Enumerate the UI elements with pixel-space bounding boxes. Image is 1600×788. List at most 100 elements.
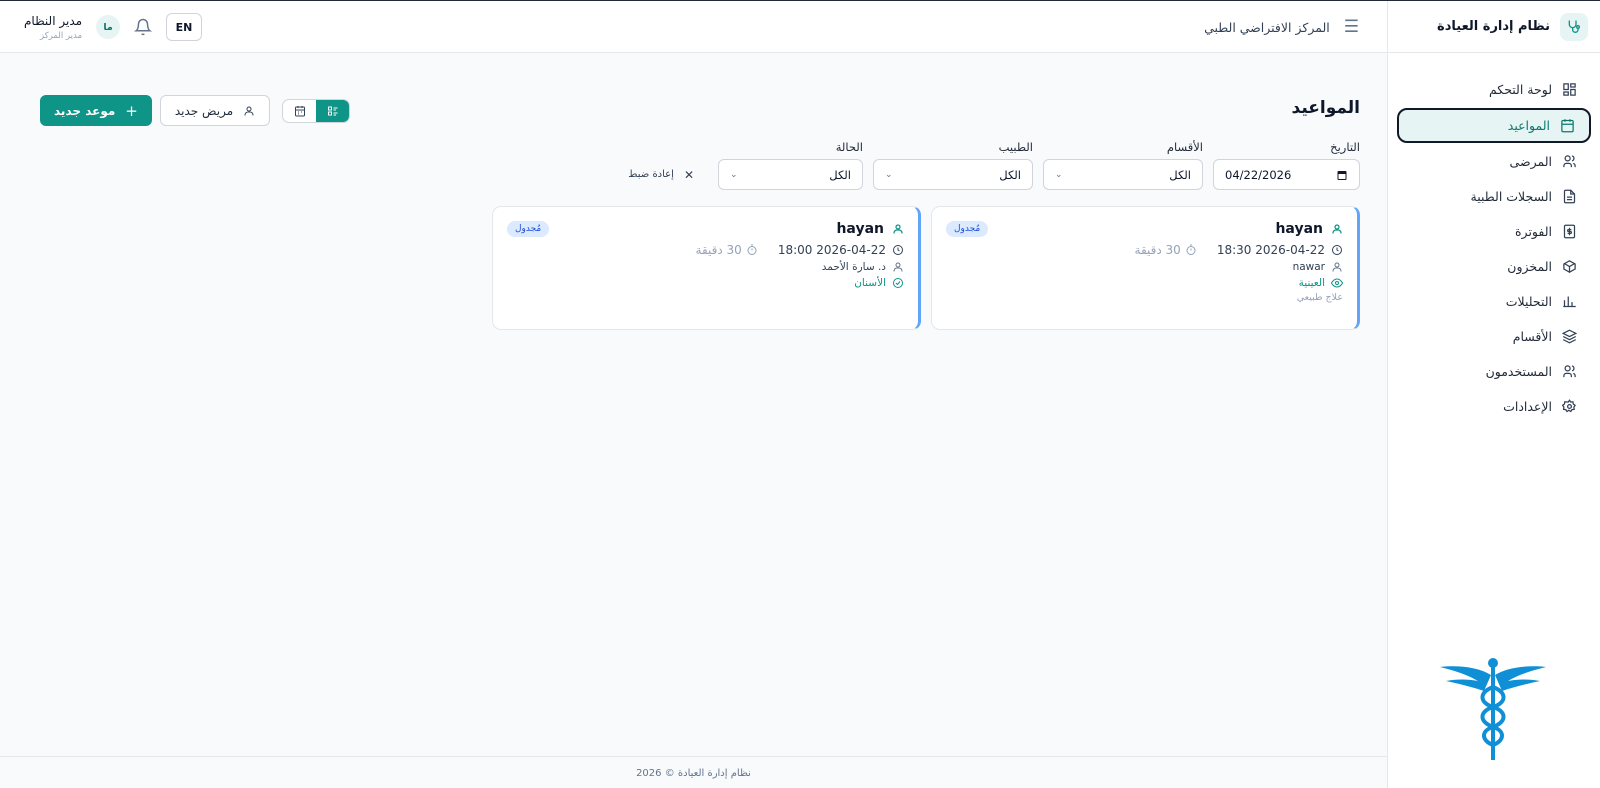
duration: 30 دقيقة bbox=[1135, 243, 1197, 257]
sidebar-item-label: الإعدادات bbox=[1503, 399, 1552, 414]
doctor-row: nawar bbox=[946, 261, 1343, 273]
new-patient-label: مريض جديد bbox=[174, 103, 234, 118]
reset-label: إعادة ضبط bbox=[628, 169, 674, 180]
sidebar-item-label: المستخدمون bbox=[1485, 364, 1552, 379]
tooth-icon bbox=[893, 278, 903, 288]
doctor-select[interactable]: الكل ⌄ bbox=[873, 159, 1033, 190]
user-name: مدير النظام bbox=[24, 13, 83, 28]
date-value: 04/22/2026 bbox=[1225, 167, 1292, 182]
clock-icon bbox=[1332, 245, 1342, 255]
settings-icon bbox=[1562, 399, 1576, 413]
calendar-icon bbox=[1561, 119, 1574, 133]
sidebar-item-label: لوحة التحكم bbox=[1488, 82, 1552, 97]
dollar-icon bbox=[1563, 224, 1576, 239]
sidebar-item-label: الأقسام bbox=[1512, 329, 1552, 344]
duration-text: 30 دقيقة bbox=[695, 243, 742, 257]
user-icon bbox=[893, 262, 903, 272]
footer: نظام إدارة العيادة © 2026 bbox=[0, 756, 1387, 788]
user-icon bbox=[1332, 224, 1342, 234]
date-filter: التاريخ 04/22/2026 bbox=[1213, 140, 1360, 190]
department-select[interactable]: الكل ⌄ bbox=[1043, 159, 1203, 190]
department-row: الأسنان bbox=[507, 277, 904, 289]
timer-icon bbox=[747, 244, 757, 255]
new-patient-button[interactable]: مريض جديد bbox=[159, 95, 271, 126]
chevron-down-icon: ⌄ bbox=[730, 169, 738, 180]
appointment-datetime: 2026-04-22 18:30 bbox=[1216, 243, 1325, 257]
department-name: العينية bbox=[1298, 277, 1325, 289]
sidebar-item-patients[interactable]: المرضى bbox=[1397, 145, 1591, 178]
sidebar-item-billing[interactable]: الفوترة bbox=[1397, 215, 1591, 248]
user-icon bbox=[893, 224, 903, 234]
sidebar-item-medical-records[interactable]: السجلات الطبية bbox=[1397, 180, 1591, 213]
chevron-down-icon: ⌄ bbox=[885, 169, 893, 180]
appointment-card[interactable]: hayan مُجدول 2026-04-22 18:30 30 دقيقة n… bbox=[931, 206, 1360, 330]
package-icon bbox=[1563, 260, 1576, 273]
status-filter: الحالة الكل ⌄ bbox=[718, 140, 863, 190]
new-appointment-label: موعد جديد bbox=[54, 103, 116, 118]
patient-name-text: hayan bbox=[1275, 221, 1323, 237]
sidebar-item-settings[interactable]: الإعدادات bbox=[1397, 390, 1591, 423]
language-toggle-button[interactable]: EN bbox=[166, 13, 203, 41]
date-filter-label: التاريخ bbox=[1330, 140, 1360, 154]
users-icon bbox=[1563, 365, 1576, 378]
sidebar-item-dashboard[interactable]: لوحة التحكم bbox=[1397, 73, 1591, 106]
sidebar-item-analytics[interactable]: التحليلات bbox=[1397, 285, 1591, 318]
list-icon bbox=[327, 106, 338, 115]
center-name: المركز الافتراضي الطبي bbox=[1204, 19, 1330, 35]
menu-icon[interactable]: ☰ bbox=[1344, 17, 1359, 37]
appointment-card[interactable]: hayan مُجدول 2026-04-22 18:00 30 دقيقة د… bbox=[492, 206, 921, 330]
department-name: الأسنان bbox=[854, 277, 886, 289]
date-input[interactable]: 04/22/2026 bbox=[1213, 159, 1360, 190]
reset-filters-button[interactable]: ✕ إعادة ضبط bbox=[614, 159, 708, 190]
bell-icon[interactable] bbox=[134, 18, 153, 36]
patient-name[interactable]: hayan bbox=[1275, 221, 1343, 237]
layers-icon bbox=[1562, 329, 1577, 344]
calendar-icon[interactable] bbox=[1336, 169, 1348, 181]
status-badge: مُجدول bbox=[946, 221, 989, 237]
doctor-name: د. سارة الأحمد bbox=[821, 261, 886, 273]
sidebar-item-inventory[interactable]: المخزون bbox=[1397, 250, 1591, 283]
sidebar-item-appointments[interactable]: المواعيد bbox=[1397, 108, 1591, 143]
appointment-time-row: 2026-04-22 18:00 30 دقيقة bbox=[507, 243, 904, 257]
patient-name[interactable]: hayan bbox=[836, 221, 904, 237]
user-icon bbox=[1332, 262, 1342, 272]
doctor-row: د. سارة الأحمد bbox=[507, 261, 904, 273]
clock-icon bbox=[893, 245, 903, 255]
appointment-note: علاج طبيعي bbox=[1296, 292, 1343, 303]
top-header: ☰ المركز الافتراضي الطبي مدير النظام مدي… bbox=[0, 1, 1387, 53]
new-appointment-button[interactable]: + موعد جديد bbox=[40, 95, 152, 126]
duration: 30 دقيقة bbox=[696, 243, 758, 257]
page-toolbar: + موعد جديد مريض جديد bbox=[40, 95, 351, 126]
doctor-filter-label: الطبيب bbox=[998, 140, 1033, 154]
doctor-name: nawar bbox=[1292, 261, 1325, 273]
plus-icon: + bbox=[125, 101, 138, 120]
calendar-view-button[interactable] bbox=[283, 100, 316, 122]
user-icon bbox=[244, 106, 254, 115]
status-select[interactable]: الكل ⌄ bbox=[718, 159, 863, 190]
appointment-time-row: 2026-04-22 18:30 30 دقيقة bbox=[946, 243, 1343, 257]
footer-text: نظام إدارة العيادة © 2026 bbox=[636, 767, 751, 779]
doctor-value: الكل bbox=[999, 167, 1021, 182]
bar-chart-icon bbox=[1563, 296, 1576, 308]
user-info[interactable]: مدير النظام مدير المركز bbox=[24, 14, 82, 41]
department-filter-label: الأقسام bbox=[1166, 140, 1203, 154]
appointments-list: hayan مُجدول 2026-04-22 18:30 30 دقيقة n… bbox=[492, 206, 1360, 330]
sidebar-item-users[interactable]: المستخدمون bbox=[1397, 355, 1591, 388]
dashboard-icon bbox=[1563, 83, 1576, 96]
header-left: مدير النظام مدير المركز ما EN bbox=[24, 1, 203, 53]
sidebar-item-departments[interactable]: الأقسام bbox=[1397, 320, 1591, 353]
status-value: الكل bbox=[829, 167, 851, 182]
status-filter-label: الحالة bbox=[835, 140, 863, 154]
close-icon: ✕ bbox=[683, 167, 694, 182]
department-value: الكل bbox=[1169, 167, 1191, 182]
calendar-icon bbox=[294, 105, 305, 116]
stethoscope-icon bbox=[1560, 12, 1588, 41]
department-row: العينية bbox=[946, 277, 1343, 289]
list-view-button[interactable] bbox=[316, 99, 350, 122]
timer-icon bbox=[1186, 244, 1196, 255]
avatar[interactable]: ما bbox=[96, 15, 121, 39]
status-badge: مُجدول bbox=[507, 221, 550, 237]
user-role: مدير المركز bbox=[39, 30, 83, 41]
eye-icon bbox=[1331, 278, 1343, 288]
sidebar-item-label: المرضى bbox=[1509, 154, 1552, 169]
